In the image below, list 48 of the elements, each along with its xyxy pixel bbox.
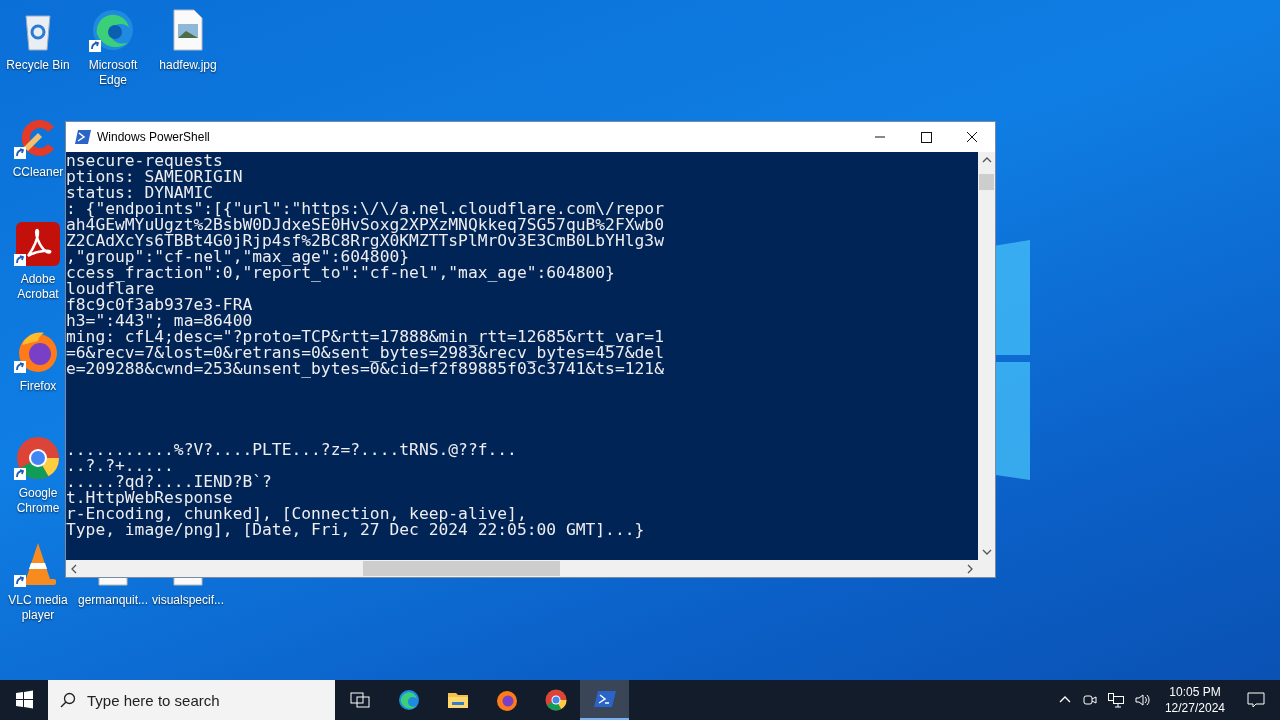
icon-label: hadfew.jpg	[159, 58, 217, 73]
console-line: nsecure-requests	[66, 153, 223, 169]
clock-time[interactable]: 10:05 PM	[1169, 684, 1221, 700]
icon-label: Recycle Bin	[6, 58, 70, 73]
volume-icon[interactable]	[1133, 692, 1152, 708]
console-line: ...........%?V?....PLTE...?z=?....tRNS.@??f...	[66, 442, 517, 458]
console-line: t.HttpWebResponse	[66, 490, 233, 506]
console-line: r-Encoding, chunked], [Connection, keep-alive],	[66, 506, 527, 522]
scrollbar-thumb[interactable]	[979, 174, 994, 190]
console-line: ,"group":"cf-nel","max_age":604800}	[66, 249, 410, 265]
window-title: Windows PowerShell	[97, 130, 210, 144]
chrome-icon[interactable]	[14, 434, 62, 482]
notification-icon[interactable]	[1246, 690, 1266, 710]
scrollbar-thumb[interactable]	[363, 561, 560, 576]
icon-label: germanquit...	[77, 593, 148, 608]
icon-label: Firefox	[19, 379, 57, 394]
terminal-prompt-icon	[75, 130, 91, 144]
edge-icon	[396, 688, 421, 712]
clock-date[interactable]: 12/27/2024	[1164, 700, 1225, 716]
console-line: e=209288&cwnd=253&unsent_bytes=0&cid=f2f89885f03c3741&ts=121&	[66, 361, 664, 377]
search-icon	[60, 692, 76, 708]
console-line: loudflare	[66, 281, 155, 297]
chrome-icon	[543, 688, 568, 712]
firefox-icon	[494, 688, 519, 712]
console-line: status: DYNAMIC	[66, 185, 214, 201]
console-line: ptions: SAMEORIGIN	[66, 169, 243, 185]
console-line: =6&recv=7&lost=0&retrans=0&sent_bytes=2983&recv_bytes=457&del	[66, 345, 664, 361]
icon-label: CCleaner	[12, 165, 64, 180]
icon-label: Google Chrome	[15, 486, 61, 516]
console-line: : {"endpoints":[{"url":"https:\/\/a.nel.cloudflare.com\/repor	[66, 201, 664, 217]
acrobat-icon[interactable]	[14, 220, 62, 268]
network-icon[interactable]	[1106, 692, 1125, 708]
camera-icon[interactable]	[1081, 692, 1098, 708]
search-field[interactable]: Type here to search	[48, 680, 335, 720]
console-line: Z2CAdXcYs6TBBt4G0jRjp4sf%2BC8RrgX0KMZTTsPlMrOv3E3CmB0LbYHlg3w	[66, 233, 664, 249]
console-line: ccess_fraction":0,"report_to":"cf-nel","max_age":604800}	[66, 265, 615, 281]
console-line: ah4GEwMYuUgzt%2BsbW0DJdxeSE0HvSoxg2XPXzMNQkkeq7SG57quB%2FXwb0	[66, 217, 664, 233]
icon-label: Adobe Acrobat	[16, 272, 60, 302]
console-line: ming: cfL4;desc="?proto=TCP&rtt=17888&min_rtt=12685&rtt_var=1	[66, 329, 664, 345]
icon-label: Microsoft Edge	[87, 58, 139, 88]
icon-label: visualspecif...	[152, 593, 224, 608]
console-line: h3=":443"; ma=86400	[66, 313, 253, 329]
console-line: ..?.?+.....	[66, 458, 174, 474]
vertical-scrollbar[interactable]	[978, 152, 995, 560]
console-line: .....?qd?....IEND?B`?	[66, 474, 272, 490]
console-line: f8c9c0f3ab937e3-FRA	[66, 297, 253, 313]
console-line: Type, image/png], [Date, Fri, 27 Dec 2024 22:05:00 GMT]...}	[66, 522, 645, 538]
icon-label: VLC media player	[7, 593, 69, 623]
